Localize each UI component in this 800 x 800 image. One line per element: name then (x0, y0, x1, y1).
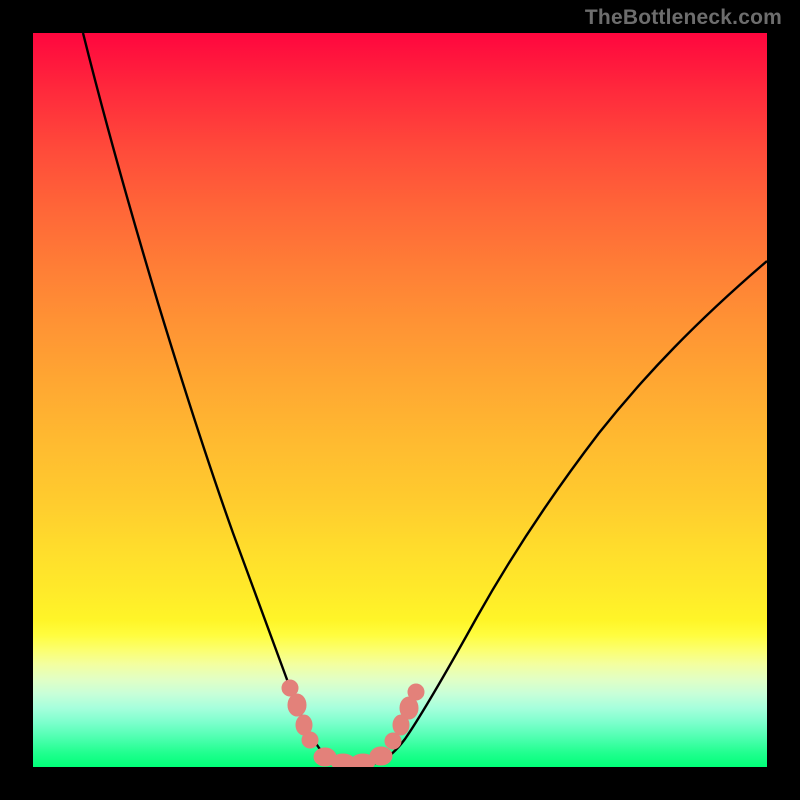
trough-marker-bottom (314, 747, 392, 767)
bottleneck-curve (83, 33, 767, 765)
curve-layer (33, 33, 767, 767)
chart-container: TheBottleneck.com (0, 0, 800, 800)
watermark-text: TheBottleneck.com (585, 6, 782, 30)
plot-area (33, 33, 767, 767)
trough-marker-left (282, 680, 318, 748)
